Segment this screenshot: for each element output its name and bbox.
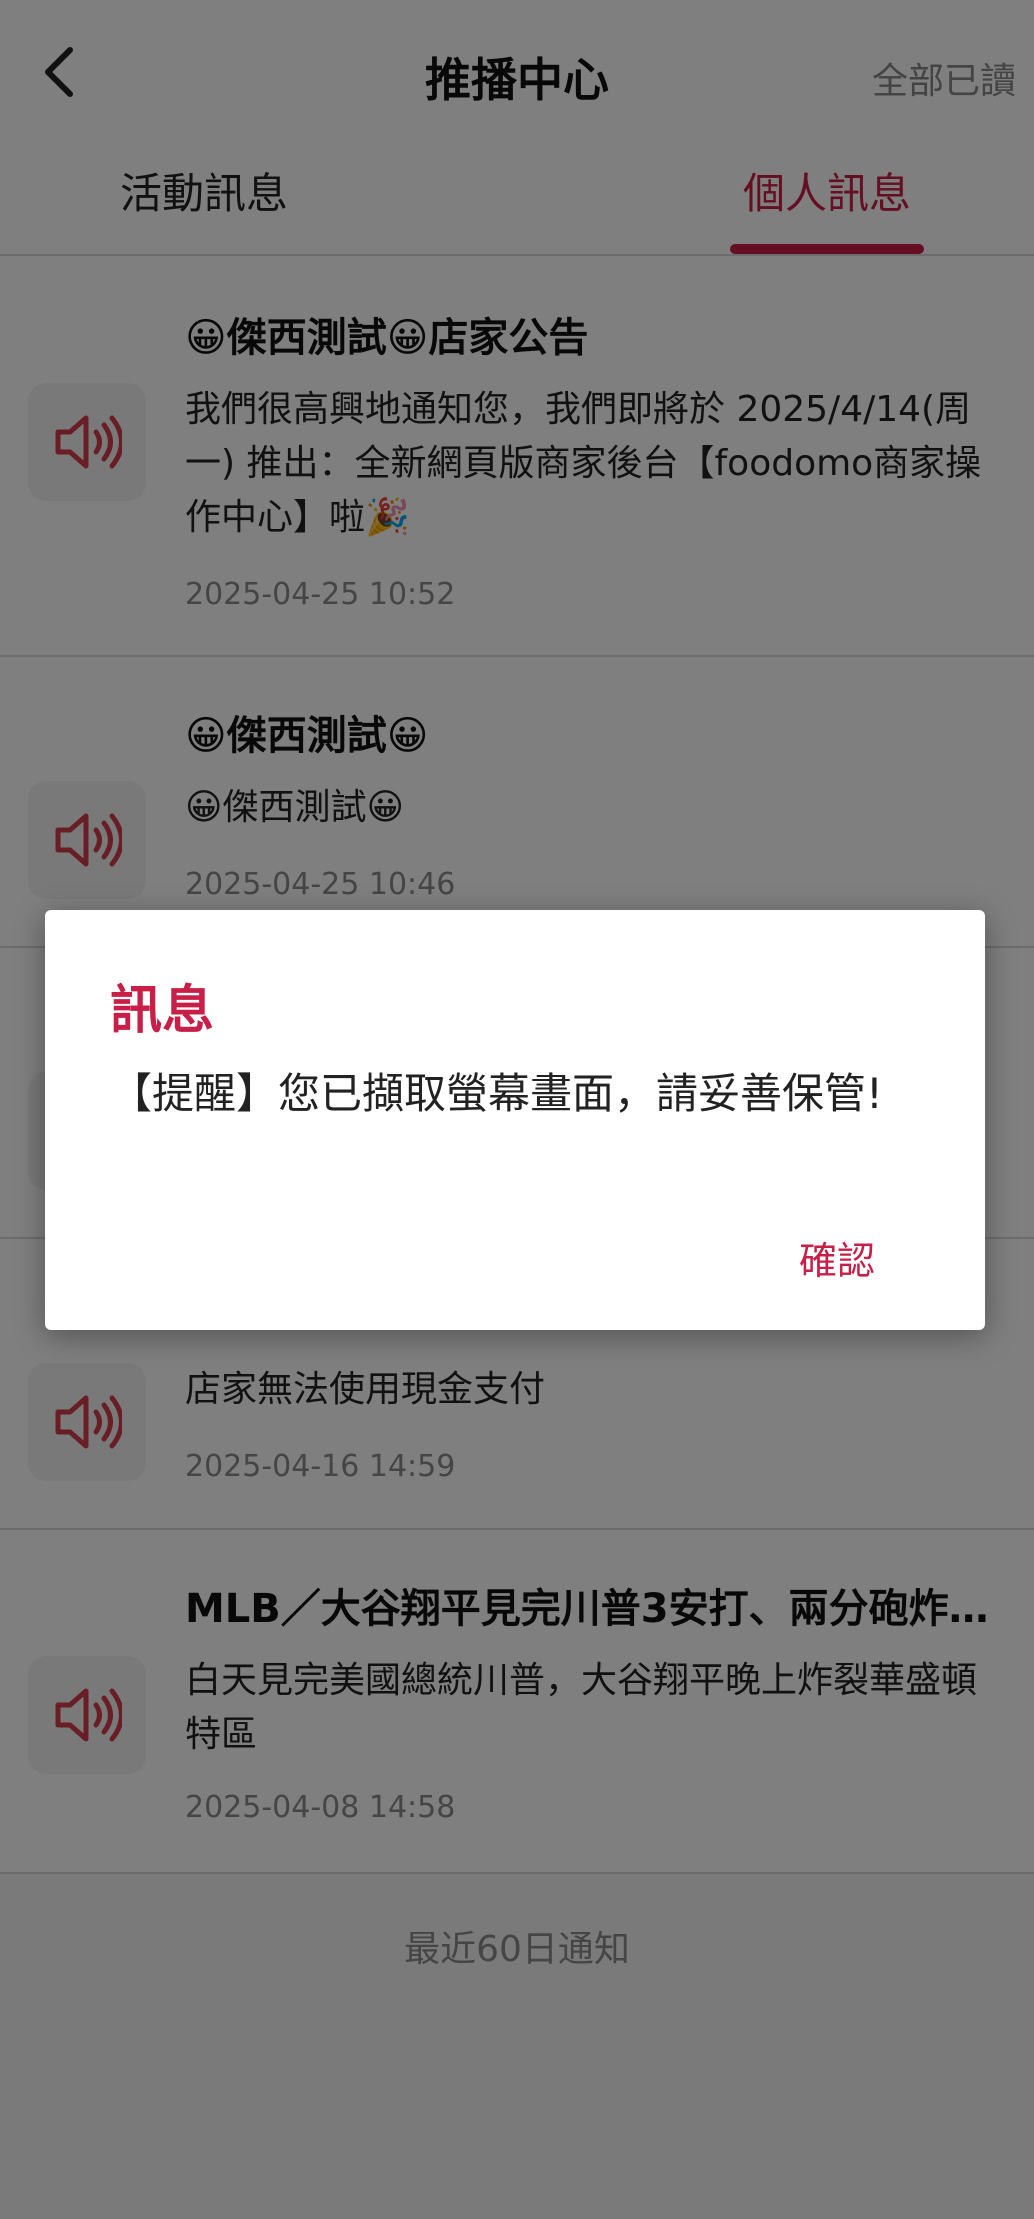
dialog-message: 【提醒】您已擷取螢幕畫面，請妥善保管! [110,1069,883,1118]
confirm-button[interactable]: 確認 [799,1230,875,1285]
app-screen: 推播中心 全部已讀 活動訊息 個人訊息 😀傑西測試😀店家公告 我們很高興地通知您… [0,0,1034,2219]
alert-dialog: 訊息 【提醒】您已擷取螢幕畫面，請妥善保管! 確認 [45,910,985,1330]
dialog-title: 訊息 [110,981,215,1041]
